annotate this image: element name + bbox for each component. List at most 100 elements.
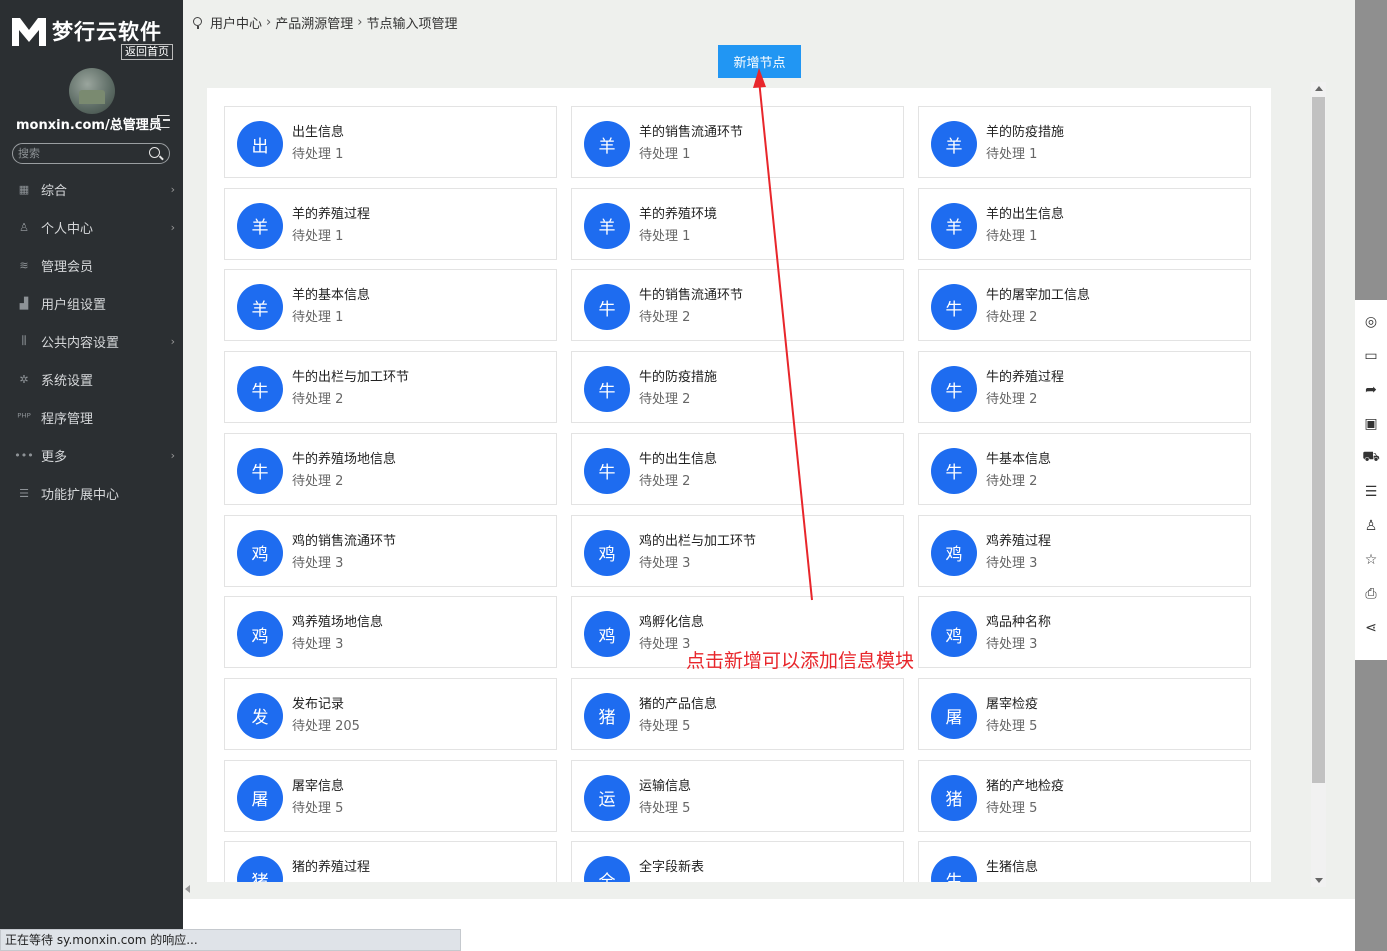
- node-card[interactable]: 牛牛的屠宰加工信息 待处理 2: [918, 269, 1251, 342]
- node-pending-count: 待处理 5: [292, 878, 343, 882]
- node-title: 运输信息: [639, 778, 692, 794]
- node-pending-count: 待处理 3: [639, 637, 691, 653]
- breadcrumb-separator: ›: [357, 15, 363, 30]
- node-card[interactable]: 鸡鸡品种名称 待处理 3: [918, 596, 1251, 669]
- right-toolbar-bottom-strip: [1355, 660, 1387, 951]
- brand-logo[interactable]: 梦行云软件: [10, 14, 162, 48]
- node-title: 羊的基本信息: [292, 288, 371, 304]
- wechat-icon[interactable]: ◎: [1363, 314, 1379, 330]
- scroll-left-arrow-icon[interactable]: [185, 885, 190, 893]
- node-card[interactable]: 羊羊的防疫措施 待处理 1: [918, 106, 1251, 178]
- scroll-down-arrow-icon[interactable]: [1315, 878, 1323, 883]
- node-card[interactable]: 猪猪的产地检疫 待处理 5: [918, 759, 1251, 832]
- node-initial-badge: 羊: [237, 284, 283, 331]
- add-node-button[interactable]: 新增节点: [718, 45, 801, 78]
- sidebar-item[interactable]: ♙ 个人中心 ›: [0, 208, 183, 246]
- browser-status-bar: 正在等待 sy.monxin.com 的响应...: [0, 929, 461, 951]
- breadcrumb-item-user-center[interactable]: 用户中心: [210, 13, 262, 32]
- sidebar-item[interactable]: ᴾᴴᴾ 程序管理: [0, 398, 183, 436]
- node-initial-badge: 牛: [237, 447, 283, 494]
- node-pending-count: 待处理 3: [292, 555, 344, 571]
- node-card[interactable]: 鸡鸡的出栏与加工环节 待处理 3: [571, 514, 904, 587]
- node-card[interactable]: 牛牛的养殖过程 待处理 2: [918, 351, 1251, 424]
- node-card[interactable]: 鸡鸡养殖过程 待处理 3: [918, 514, 1251, 587]
- node-card[interactable]: 发发布记录 待处理 205: [224, 677, 557, 750]
- sidebar-item[interactable]: ✲ 系统设置: [0, 360, 183, 398]
- node-initial-badge: 猪: [584, 692, 630, 739]
- sidebar-item[interactable]: ••• 更多 ›: [0, 436, 183, 474]
- user-label[interactable]: monxin.com/总管理员: [16, 114, 162, 133]
- qrcode-icon[interactable]: ▣: [1363, 416, 1379, 432]
- node-card[interactable]: 猪猪的养殖过程待处理 5: [224, 841, 557, 882]
- node-title: 牛基本信息: [986, 451, 1052, 467]
- sidebar-item[interactable]: ▟ 用户组设置: [0, 284, 183, 322]
- logout-icon[interactable]: [157, 115, 170, 128]
- home-link[interactable]: 返回首页: [121, 44, 173, 60]
- node-initial-badge: 鸡: [931, 611, 977, 658]
- print-icon[interactable]: ⎙: [1363, 586, 1379, 602]
- node-card[interactable]: 羊羊的销售流通环节 待处理 1: [571, 106, 904, 178]
- share-icon[interactable]: ⋖: [1363, 620, 1379, 636]
- node-card[interactable]: 鸡鸡养殖场地信息 待处理 3: [224, 596, 557, 669]
- node-card[interactable]: 羊羊的基本信息 待处理 1: [224, 269, 557, 342]
- sidebar-item[interactable]: ▦ 综合 ›: [0, 170, 183, 208]
- sidebar-item[interactable]: ⫼ 公共内容设置 ›: [0, 322, 183, 360]
- node-card[interactable]: 运运输信息 待处理 5: [571, 759, 904, 832]
- avatar[interactable]: [69, 68, 115, 114]
- node-pending-count: 待处理 1: [986, 147, 1038, 162]
- node-initial-badge: 羊: [931, 121, 977, 167]
- scroll-thumb[interactable]: [1312, 97, 1325, 783]
- node-card[interactable]: 全全字段新表待处理 10 处理中 1: [571, 841, 904, 882]
- node-title: 屠宰信息: [292, 778, 345, 794]
- node-card[interactable]: 羊羊的出生信息 待处理 1: [918, 187, 1251, 260]
- node-card[interactable]: 鸡鸡的销售流通环节 待处理 3: [224, 514, 557, 587]
- node-title: 鸡孵化信息: [639, 615, 705, 631]
- breadcrumb-separator: ›: [266, 15, 272, 30]
- node-initial-badge: 猪: [237, 856, 283, 882]
- brand-name: 梦行云软件: [52, 20, 162, 44]
- node-card[interactable]: 猪猪的产品信息 待处理 5: [571, 677, 904, 750]
- location-pin-icon: [193, 16, 202, 29]
- share-arrow-icon[interactable]: ➦: [1363, 382, 1379, 398]
- node-card[interactable]: 牛牛的销售流通环节 待处理 2: [571, 269, 904, 342]
- chat-icon[interactable]: ▭: [1363, 348, 1379, 364]
- sidebar: 梦行云软件 返回首页 monxin.com/总管理员 ▦ 综合 › ♙ 个人中心 › ≋ 管理…: [0, 0, 183, 951]
- scroll-up-arrow-icon[interactable]: [1315, 86, 1323, 91]
- node-card[interactable]: 屠屠宰检疫 待处理 5: [918, 677, 1251, 750]
- list-icon[interactable]: ☰: [1363, 484, 1379, 500]
- sidebar-item-label: 管理会员: [41, 259, 94, 275]
- search-input[interactable]: [13, 144, 133, 163]
- sidebar-item[interactable]: ☰ 功能扩展中心: [0, 474, 183, 512]
- node-initial-badge: 生: [931, 856, 977, 882]
- node-card[interactable]: 生生猪信息待处理 2 处理中 1: [918, 841, 1251, 882]
- node-card[interactable]: 羊羊的养殖环境 待处理 1: [571, 187, 904, 260]
- node-card[interactable]: 牛牛的出生信息 待处理 2: [571, 432, 904, 505]
- node-title: 牛的养殖场地信息: [292, 451, 397, 467]
- node-card[interactable]: 羊羊的养殖过程 待处理 1: [224, 187, 557, 260]
- layers-icon: ≋: [19, 258, 29, 272]
- vertical-scrollbar[interactable]: [1311, 82, 1326, 887]
- node-pending-count: 待处理 5: [639, 800, 691, 816]
- node-card[interactable]: 牛牛的防疫措施 待处理 2: [571, 351, 904, 424]
- breadcrumb-item-trace[interactable]: 产品溯源管理: [275, 13, 353, 32]
- user-icon[interactable]: ♙: [1363, 518, 1379, 534]
- node-pending-count: 待处理 5: [292, 800, 344, 816]
- node-pending-count: 待处理 2 处理中 1: [986, 878, 1093, 882]
- cart-icon[interactable]: ⛟: [1362, 449, 1380, 466]
- node-card[interactable]: 牛牛基本信息 待处理 2: [918, 432, 1251, 505]
- search-icon[interactable]: [149, 147, 160, 158]
- chevron-right-icon: ›: [170, 334, 175, 348]
- node-initial-badge: 牛: [931, 284, 977, 331]
- m-logo-icon: [12, 18, 46, 46]
- node-card[interactable]: 牛牛的养殖场地信息 待处理 2: [224, 432, 557, 505]
- node-title: 牛的销售流通环节: [639, 288, 744, 304]
- node-card[interactable]: 屠屠宰信息 待处理 5: [224, 759, 557, 832]
- node-initial-badge: 牛: [931, 447, 977, 494]
- sidebar-item[interactable]: ≋ 管理会员: [0, 246, 183, 284]
- star-icon[interactable]: ☆: [1363, 552, 1379, 568]
- node-title: 鸡的出栏与加工环节: [639, 533, 757, 549]
- node-title: 羊的养殖环境: [639, 206, 718, 222]
- node-card[interactable]: 牛牛的出栏与加工环节 待处理 2: [224, 351, 557, 424]
- node-card[interactable]: 出出生信息 待处理 1: [224, 106, 557, 178]
- node-title: 猪的产品信息: [639, 696, 718, 712]
